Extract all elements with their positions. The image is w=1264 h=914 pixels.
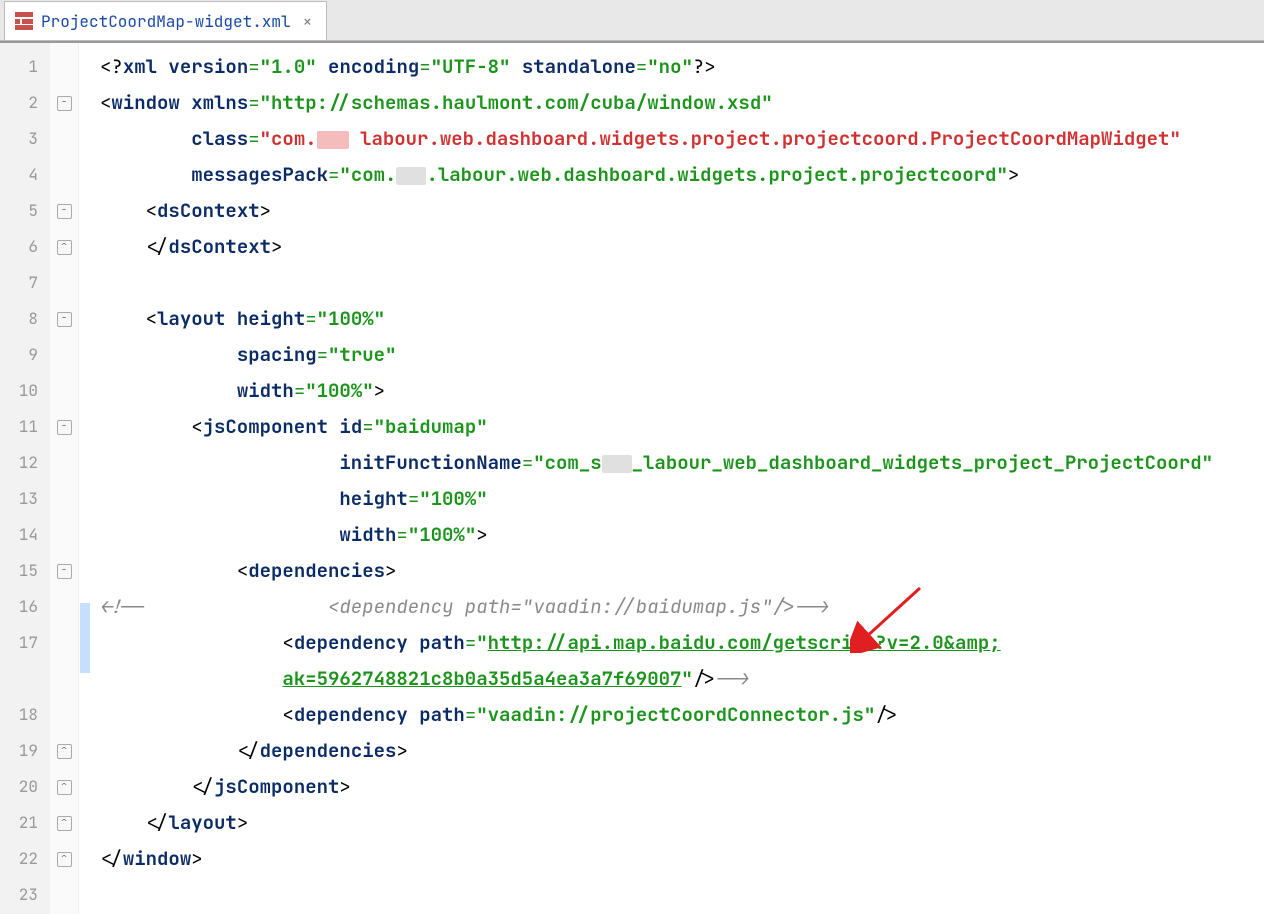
change-marker [80, 603, 90, 673]
code-line[interactable]: <dependency path="http://api.map.baidu.c… [100, 625, 1264, 661]
code-line[interactable]: <dsContext> [100, 193, 1264, 229]
fold-toggle[interactable]: − [57, 312, 72, 327]
tab-bar: ProjectCoordMap-widget.xml × [0, 0, 1264, 41]
xml-file-icon [15, 12, 33, 30]
code-line[interactable]: </layout> [100, 805, 1264, 841]
code-line[interactable]: height="100%" [100, 481, 1264, 517]
fold-end: ⌃ [57, 816, 72, 831]
code-line[interactable]: </dsContext> [100, 229, 1264, 265]
fold-toggle[interactable]: − [57, 204, 72, 219]
code-line[interactable]: ak=5962748821c8b0a35d5a4ea3a7f69007"/>--… [100, 661, 1264, 697]
code-line[interactable]: class="com. labour.web.dashboard.widgets… [100, 121, 1264, 157]
close-icon[interactable]: × [299, 11, 317, 32]
code-area[interactable]: <?xml version="1.0" encoding="UTF-8" sta… [100, 43, 1264, 914]
code-line[interactable]: <!-- <dependency path="vaadin://baidumap… [100, 589, 1264, 625]
code-line[interactable]: initFunctionName="com_s_labour_web_dashb… [100, 445, 1264, 481]
code-line[interactable]: <window xmlns="http://schemas.haulmont.c… [100, 85, 1264, 121]
fold-toggle[interactable]: − [57, 96, 72, 111]
code-line[interactable]: messagesPack="com..labour.web.dashboard.… [100, 157, 1264, 193]
code-line[interactable]: <jsComponent id="baidumap" [100, 409, 1264, 445]
fold-end: ⌃ [57, 852, 72, 867]
line-number-gutter: 1 2 3 4 5 6 7 8 9 10 11 12 13 14 15 16 1… [0, 43, 51, 914]
code-line[interactable]: </window> [100, 841, 1264, 877]
redacted-text [396, 167, 426, 185]
code-line[interactable]: width="100%"> [100, 373, 1264, 409]
code-line[interactable] [100, 265, 1264, 301]
code-line[interactable]: <?xml version="1.0" encoding="UTF-8" sta… [100, 49, 1264, 85]
fold-end: ⌃ [57, 744, 72, 759]
code-line[interactable]: spacing="true" [100, 337, 1264, 373]
code-line[interactable]: <layout height="100%" [100, 301, 1264, 337]
redacted-text [602, 455, 632, 473]
code-line[interactable]: <dependencies> [100, 553, 1264, 589]
tab-title: ProjectCoordMap-widget.xml [41, 11, 291, 32]
fold-end: ⌃ [57, 240, 72, 255]
code-editor[interactable]: 1 2 3 4 5 6 7 8 9 10 11 12 13 14 15 16 1… [0, 41, 1264, 914]
fold-end: ⌃ [57, 780, 72, 795]
code-line[interactable]: </dependencies> [100, 733, 1264, 769]
file-tab[interactable]: ProjectCoordMap-widget.xml × [4, 1, 327, 40]
fold-toggle[interactable]: − [57, 564, 72, 579]
code-line[interactable]: <dependency path="vaadin://projectCoordC… [100, 697, 1264, 733]
code-line-current[interactable] [100, 877, 1264, 913]
code-line[interactable]: width="100%"> [100, 517, 1264, 553]
annotation-arrow-icon [850, 583, 930, 653]
fold-gutter: − − ⌃ − − − ⌃ ⌃ ⌃ ⌃ [50, 43, 79, 914]
code-line[interactable]: </jsComponent> [100, 769, 1264, 805]
redacted-text [317, 131, 349, 149]
fold-toggle[interactable]: − [57, 420, 72, 435]
